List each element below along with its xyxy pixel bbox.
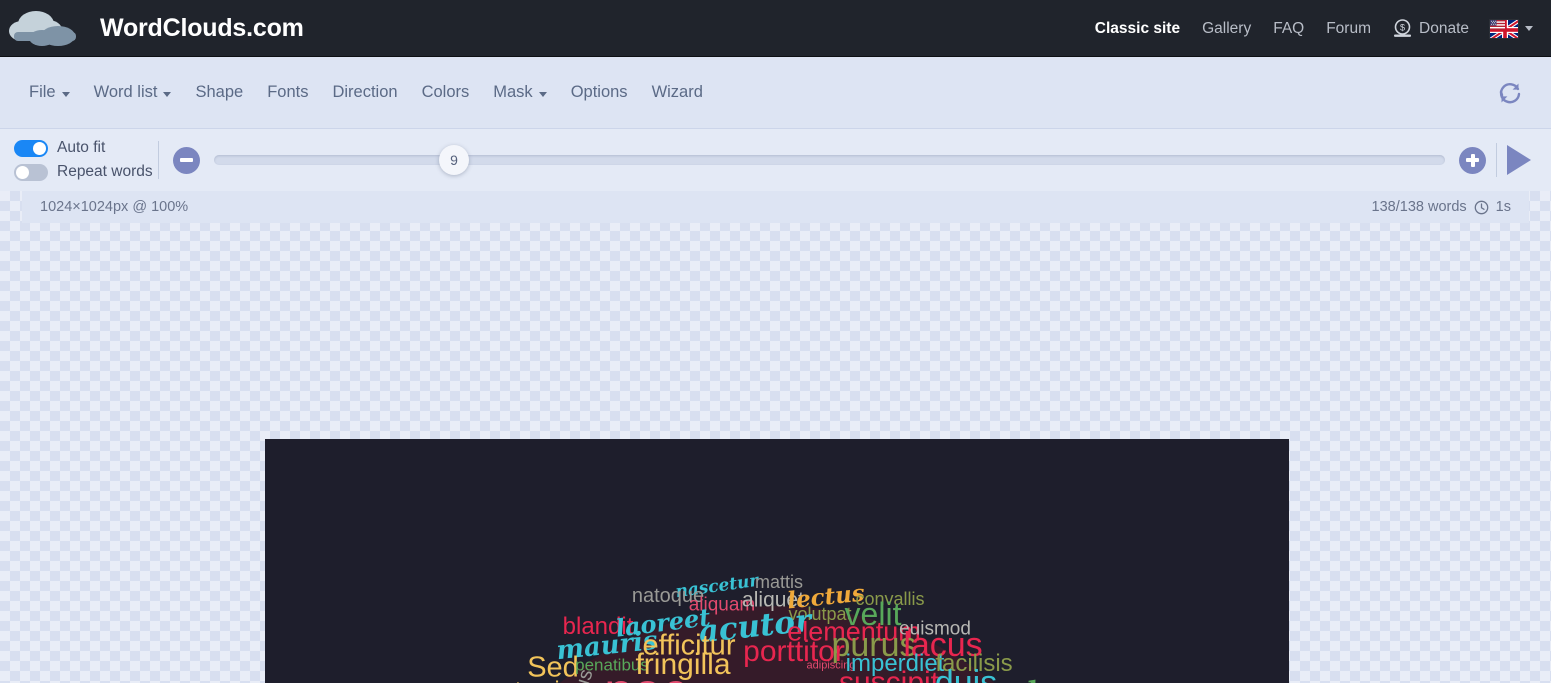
us-uk-flag-icon [1489,18,1519,39]
language-selector[interactable] [1479,18,1537,39]
menu-word-list-label: Word list [93,83,158,101]
toolbar: Auto fit Repeat words 9 [0,129,1551,191]
cloud-logo-icon [8,6,92,50]
nav-item-classic-site[interactable]: Classic site [1084,20,1191,38]
menu-colors-label: Colors [421,83,470,101]
wordcloud-word: turpis [515,678,571,683]
menu-fonts[interactable]: Fonts [255,77,320,108]
menu-file-label: File [29,83,56,101]
menu-colors[interactable]: Colors [410,77,482,108]
menu-direction[interactable]: Direction [320,77,409,108]
minus-circle-icon[interactable] [173,146,200,174]
toggle-knob [16,165,29,179]
chevron-down-icon [1525,26,1533,31]
status-right-group: 138/138 words 1s [1372,199,1511,215]
menu-direction-label: Direction [332,83,398,101]
menu-shape[interactable]: Shape [183,77,255,108]
autofit-toggle[interactable] [14,139,48,157]
top-nav: Classic site Gallery FAQ Forum $ Donate [1084,0,1537,57]
nav-item-forum[interactable]: Forum [1315,20,1382,38]
size-slider[interactable]: 9 [214,145,1445,175]
app-header: WordClouds.com Classic site Gallery FAQ … [0,0,1551,57]
plus-vertical-bar [1470,153,1475,167]
render-time-label: 1s [1495,199,1511,215]
autofit-label: Auto fit [57,139,106,156]
menu-options[interactable]: Options [559,77,640,108]
menu-file[interactable]: File [22,77,82,108]
plus-circle-icon[interactable] [1459,146,1486,174]
toggle-knob [33,141,46,155]
dollar-coin-icon: $ [1392,18,1413,39]
repeat-words-row: Repeat words [14,163,154,181]
toolbar-divider [158,141,159,179]
autofit-row: Auto fit [14,139,154,157]
chevron-down-icon [538,91,547,97]
chevron-down-icon [163,91,172,97]
wordcloud-canvas[interactable]: nascetur mattis natoque aliquam aliquet lectu… [265,439,1289,683]
play-icon[interactable] [1507,145,1531,175]
logo-area[interactable]: WordClouds.com [0,6,304,50]
chevron-down-icon [61,91,70,97]
wordcloud-word: nec [604,666,688,683]
repeat-words-label: Repeat words [57,163,153,180]
toggle-group: Auto fit Repeat words [14,139,154,181]
clock-icon [1474,200,1489,215]
menu-bar: File Word list Shape Fonts Direction Col… [0,57,1551,129]
menu-options-label: Options [570,83,628,101]
svg-text:$: $ [1400,23,1405,33]
canvas-stage: 1024×1024px @ 100% 138/138 words 1s nasc… [0,191,1551,683]
menu-shape-label: Shape [195,83,244,101]
nav-item-gallery[interactable]: Gallery [1191,20,1262,38]
status-bar: 1024×1024px @ 100% 138/138 words 1s [22,191,1529,223]
donate-label: Donate [1419,19,1469,37]
word-count-label: 138/138 words [1371,199,1467,215]
menu-fonts-label: Fonts [267,83,309,101]
menu-word-list[interactable]: Word list [82,77,184,108]
canvas-dimensions-label: 1024×1024px @ 100% [40,199,189,215]
refresh-icon[interactable] [1497,80,1523,106]
brand-title: WordClouds.com [100,13,304,42]
nav-item-faq[interactable]: FAQ [1262,20,1315,38]
wordcloud-word: suscipit [838,666,940,683]
repeat-words-toggle[interactable] [14,163,48,181]
menu-wizard[interactable]: Wizard [640,77,715,108]
slider-thumb[interactable]: 9 [439,145,469,175]
wordcloud-word: duis [934,664,998,683]
menu-wizard-label: Wizard [651,83,703,101]
menu-mask-label: Mask [493,83,533,101]
menu-mask[interactable]: Mask [481,77,558,108]
toolbar-divider-2 [1496,143,1497,177]
slider-track [214,155,1445,165]
minus-bar [180,158,193,162]
nav-item-donate[interactable]: $ Donate [1382,18,1479,39]
